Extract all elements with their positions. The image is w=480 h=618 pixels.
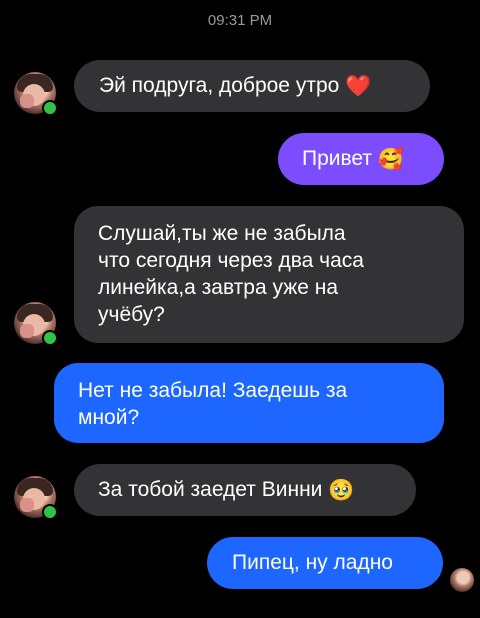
message-bubble-outgoing[interactable]: Пипец, ну ладно [207,537,443,589]
message-text: За тобой заедет Винни [98,478,323,501]
online-status-icon [42,504,58,520]
friend-avatar[interactable] [14,302,58,346]
message-text: Эй подруга, доброе утро [99,74,340,97]
message-line: что сегодня через два часа [98,249,364,272]
message-bubble-incoming[interactable]: За тобой заедет Винни 🥹 [74,464,416,516]
message-text: Привет [302,147,373,170]
online-status-icon [42,100,58,116]
heart-emoji-icon: ❤️ [345,74,372,98]
timestamp: 09:31 PM [207,12,273,29]
smiling-face-hearts-icon: 🥰 [377,147,405,171]
holding-back-tears-emoji-icon: 🥹 [328,478,355,502]
message-bubble-outgoing[interactable]: Нет не забыла! Заедешь за мной? [54,363,444,443]
message-line: Слушай,ты же не забыла [98,222,346,245]
friend-avatar[interactable] [14,476,58,520]
my-avatar[interactable] [450,568,474,592]
friend-avatar[interactable] [14,72,58,116]
message-bubble-outgoing[interactable]: Привет 🥰 [278,133,444,185]
message-bubble-incoming[interactable]: Эй подруга, доброе утро ❤️ [74,60,430,112]
message-text: Пипец, ну ладно [232,551,393,574]
message-bubble-incoming[interactable]: Слушай,ты же не забыла что сегодня через… [74,206,464,343]
message-line: Нет не забыла! Заедешь за [78,379,348,402]
message-line: линейка,а завтра уже на [98,276,339,299]
message-line: мной? [78,406,140,429]
online-status-icon [42,330,58,346]
message-line: учёбу? [98,303,165,326]
